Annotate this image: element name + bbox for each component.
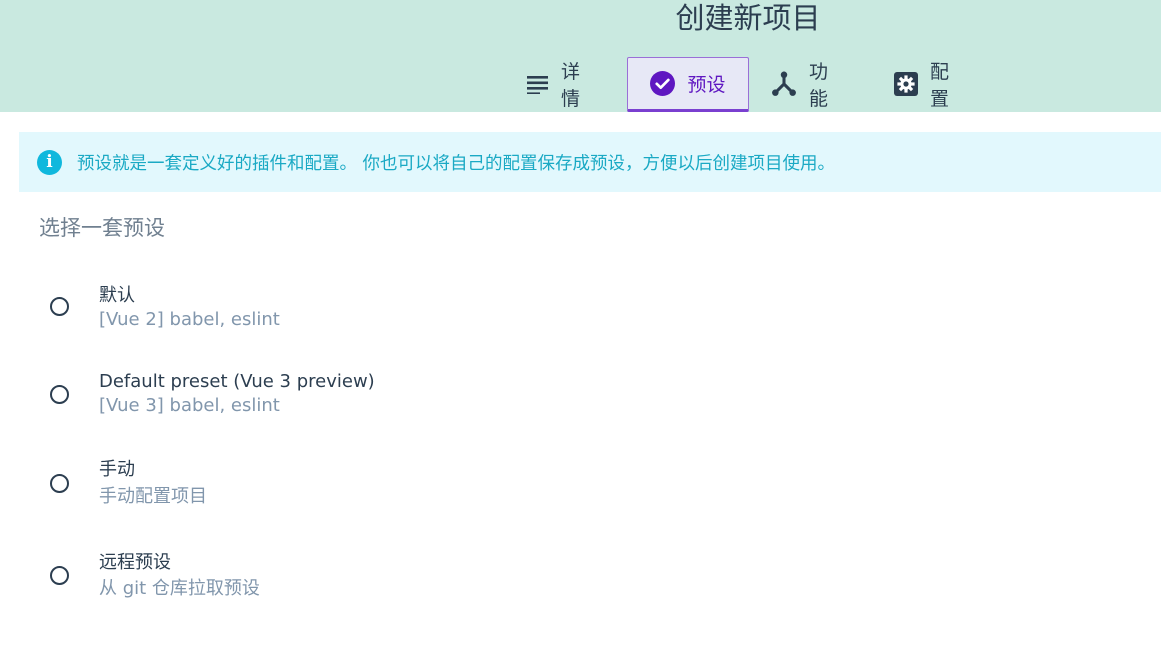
merge-icon bbox=[771, 71, 797, 97]
tab-features-label: 功能 bbox=[809, 60, 829, 110]
tab-details[interactable]: 详情 bbox=[527, 57, 580, 110]
preset-option-remote[interactable]: 远程预设 从 git 仓库拉取预设 bbox=[49, 551, 649, 601]
preset-name: Default preset (Vue 3 preview) bbox=[99, 371, 375, 392]
check-circle-icon bbox=[650, 71, 676, 96]
tab-features[interactable]: 功能 bbox=[771, 57, 828, 110]
info-banner: i 预设就是一套定义好的插件和配置。 你也可以将自己的配置保存成预设，方便以后创… bbox=[19, 132, 1161, 192]
preset-description: 从 git 仓库拉取预设 bbox=[99, 578, 260, 599]
info-text: 预设就是一套定义好的插件和配置。 你也可以将自己的配置保存成预设，方便以后创建项… bbox=[77, 153, 836, 174]
preset-description: 手动配置项目 bbox=[99, 486, 207, 507]
tab-details-label: 详情 bbox=[561, 60, 581, 110]
page-title: 创建新项目 bbox=[675, 1, 821, 35]
header: 创建新项目 详情 预设 功能 配置 bbox=[0, 0, 1161, 112]
tab-preset-label: 预设 bbox=[687, 74, 726, 96]
preset-option-manual[interactable]: 手动 手动配置项目 bbox=[49, 458, 649, 508]
tab-config[interactable]: 配置 bbox=[894, 57, 949, 110]
list-icon bbox=[527, 74, 549, 94]
radio-button[interactable] bbox=[50, 566, 69, 585]
preset-description: [Vue 2] babel, eslint bbox=[99, 309, 280, 330]
preset-option-vue3[interactable]: Default preset (Vue 3 preview) [Vue 3] b… bbox=[49, 370, 649, 420]
gear-icon bbox=[894, 71, 918, 96]
preset-description: [Vue 3] babel, eslint bbox=[99, 395, 280, 416]
preset-name: 远程预设 bbox=[99, 552, 171, 573]
radio-button[interactable] bbox=[50, 297, 69, 316]
preset-option-default[interactable]: 默认 [Vue 2] babel, eslint bbox=[49, 284, 649, 334]
radio-button[interactable] bbox=[50, 474, 69, 493]
preset-name: 默认 bbox=[99, 285, 135, 306]
preset-name: 手动 bbox=[99, 459, 135, 480]
preset-section-title: 选择一套预设 bbox=[39, 216, 165, 240]
radio-button[interactable] bbox=[50, 385, 69, 404]
tab-preset[interactable]: 预设 bbox=[627, 57, 749, 112]
tab-config-label: 配置 bbox=[930, 60, 950, 110]
info-icon: i bbox=[37, 149, 62, 175]
